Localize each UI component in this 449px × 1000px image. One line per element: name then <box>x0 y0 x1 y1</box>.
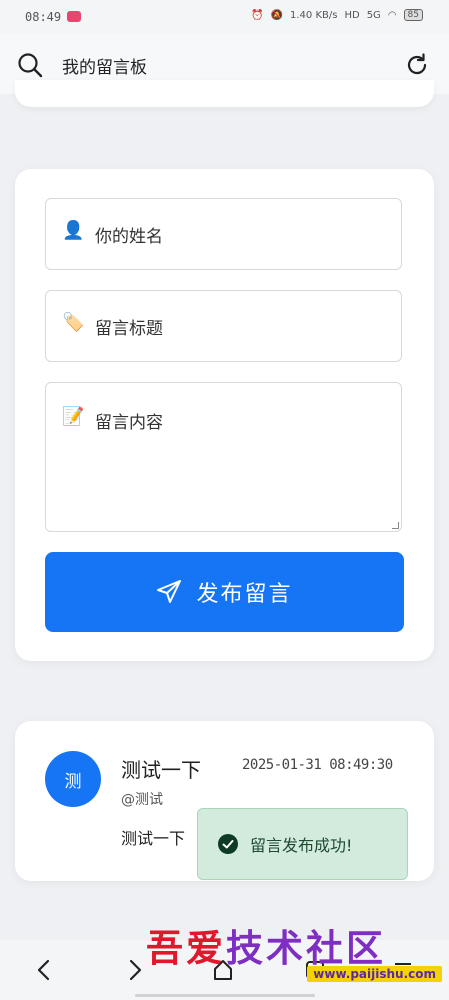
avatar: 测 <box>45 751 101 807</box>
site-watermark: 吾爱技术社区 www.paijishu.com <box>146 918 442 990</box>
page-title: 我的留言板 <box>62 58 147 78</box>
toast-text: 留言发布成功! <box>250 836 353 855</box>
alarm-icon: ⏰ <box>251 9 264 21</box>
battery-icon: 85 <box>403 9 423 21</box>
check-circle-icon <box>218 834 238 854</box>
watermark-title: 吾爱技术社区 <box>146 926 386 970</box>
back-icon[interactable] <box>33 958 55 982</box>
network-speed: 1.40 KB/s <box>290 9 338 21</box>
submit-label: 发布留言 <box>196 582 293 607</box>
hd-icon: HD <box>344 9 360 21</box>
notification-app-icon <box>67 11 81 22</box>
title-input[interactable]: 🏷️ 留言标题 <box>45 290 402 362</box>
message-form: 👤 你的姓名 🏷️ 留言标题 📝 留言内容 发布留言 <box>15 169 434 661</box>
name-placeholder: 你的姓名 <box>95 227 163 247</box>
status-bar: 08:49 ⏰ 🔕 1.40 KB/s HD 5G ◠ 85 <box>0 0 449 34</box>
watermark-url: www.paijishu.com <box>307 966 442 982</box>
memo-icon: 📝 <box>62 406 85 427</box>
message-timestamp: 2025-01-31 08:49:30 <box>242 757 393 773</box>
mute-icon: 🔕 <box>270 9 283 21</box>
message-author: @测试 <box>121 792 163 808</box>
content-placeholder: 留言内容 <box>95 413 163 433</box>
send-icon <box>157 580 182 603</box>
name-input[interactable]: 👤 你的姓名 <box>45 198 402 270</box>
tag-icon: 🏷️ <box>62 312 85 333</box>
search-icon[interactable] <box>17 52 43 78</box>
gesture-indicator <box>135 994 315 997</box>
wifi-icon: ◠ <box>387 9 397 21</box>
previous-card <box>15 80 434 107</box>
submit-button[interactable]: 发布留言 <box>45 552 404 632</box>
content-textarea[interactable]: 📝 留言内容 <box>45 382 402 532</box>
resize-handle[interactable] <box>392 522 399 529</box>
title-placeholder: 留言标题 <box>95 319 163 339</box>
message-title: 测试一下 <box>121 758 201 782</box>
status-time: 08:49 <box>25 10 62 24</box>
success-toast: 留言发布成功! <box>197 808 408 880</box>
network-type: 5G <box>366 9 381 21</box>
refresh-icon[interactable] <box>404 52 430 78</box>
forward-icon[interactable] <box>124 958 146 982</box>
status-icons: ⏰ 🔕 1.40 KB/s HD 5G ◠ 85 <box>251 9 423 21</box>
message-body: 测试一下 <box>121 829 186 848</box>
person-icon: 👤 <box>62 220 85 241</box>
